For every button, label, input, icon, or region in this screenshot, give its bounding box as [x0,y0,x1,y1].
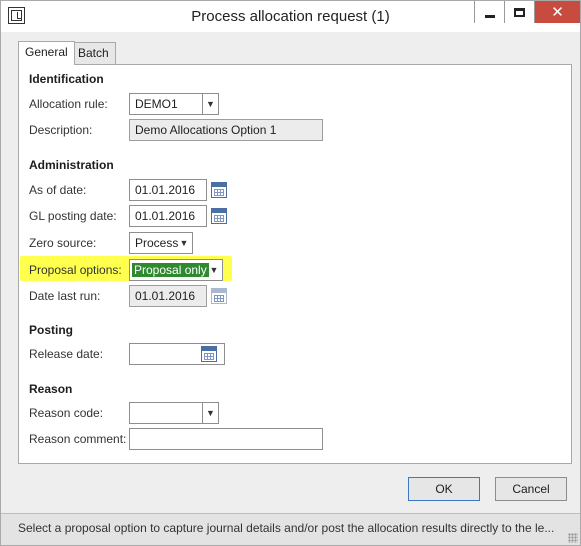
close-icon: ✕ [551,3,564,21]
chevron-down-icon[interactable]: ▼ [206,260,222,280]
description-label: Description: [29,123,93,137]
zero-source-value: Process [135,236,179,250]
chevron-down-icon[interactable]: ▼ [202,403,218,423]
maximize-button[interactable] [504,1,534,23]
calendar-icon[interactable] [211,182,227,198]
allocation-rule-label: Allocation rule: [29,97,108,111]
proposal-options-select[interactable]: Proposal only ▼ [129,259,223,281]
description-field[interactable]: Demo Allocations Option 1 [129,119,323,141]
section-administration: Administration [29,158,114,172]
title-bar[interactable]: Process allocation request (1) ✕ [1,1,580,32]
close-button[interactable]: ✕ [534,1,580,23]
zero-source-select[interactable]: Process ▼ [129,232,193,254]
as-of-date-label: As of date: [29,183,87,197]
tab-general[interactable]: General [18,41,75,65]
dialog-window: Process allocation request (1) ✕ General… [0,0,581,546]
window-controls: ✕ [474,1,580,23]
as-of-date-value: 01.01.2016 [135,183,196,197]
gl-posting-date-label: GL posting date: [29,209,117,223]
gl-posting-date-value: 01.01.2016 [135,209,196,223]
calendar-icon[interactable] [211,208,227,224]
status-text: Select a proposal option to capture jour… [18,521,555,535]
ok-button[interactable]: OK [408,477,480,501]
reason-comment-label: Reason comment: [29,432,127,446]
cancel-button[interactable]: Cancel [495,477,567,501]
reason-code-select[interactable]: ▼ [129,402,219,424]
allocation-rule-select[interactable]: DEMO1 ▼ [129,93,219,115]
calendar-icon [211,288,227,304]
status-bar: Select a proposal option to capture jour… [1,513,580,545]
section-identification: Identification [29,72,104,86]
as-of-date-input[interactable]: 01.01.2016 [129,179,207,201]
reason-comment-input[interactable] [129,428,323,450]
date-last-run-field: 01.01.2016 [129,285,207,307]
zero-source-label: Zero source: [29,236,97,250]
reason-code-label: Reason code: [29,406,104,420]
chevron-down-icon[interactable]: ▼ [176,233,192,253]
date-last-run-value: 01.01.2016 [135,289,196,303]
gl-posting-date-input[interactable]: 01.01.2016 [129,205,207,227]
description-value: Demo Allocations Option 1 [135,123,277,137]
resize-grip-icon[interactable] [568,533,578,543]
tab-batch[interactable]: Batch [71,42,116,64]
maximize-icon [514,7,525,17]
date-last-run-label: Date last run: [29,289,101,303]
proposal-options-label: Proposal options: [29,263,122,277]
section-reason: Reason [29,382,73,396]
calendar-icon[interactable] [201,346,217,362]
section-posting: Posting [29,323,73,337]
allocation-rule-value: DEMO1 [135,97,178,111]
release-date-label: Release date: [29,347,104,361]
chevron-down-icon[interactable]: ▼ [202,94,218,114]
minimize-button[interactable] [474,1,504,23]
minimize-icon [484,14,495,18]
proposal-options-value: Proposal only [132,263,209,277]
